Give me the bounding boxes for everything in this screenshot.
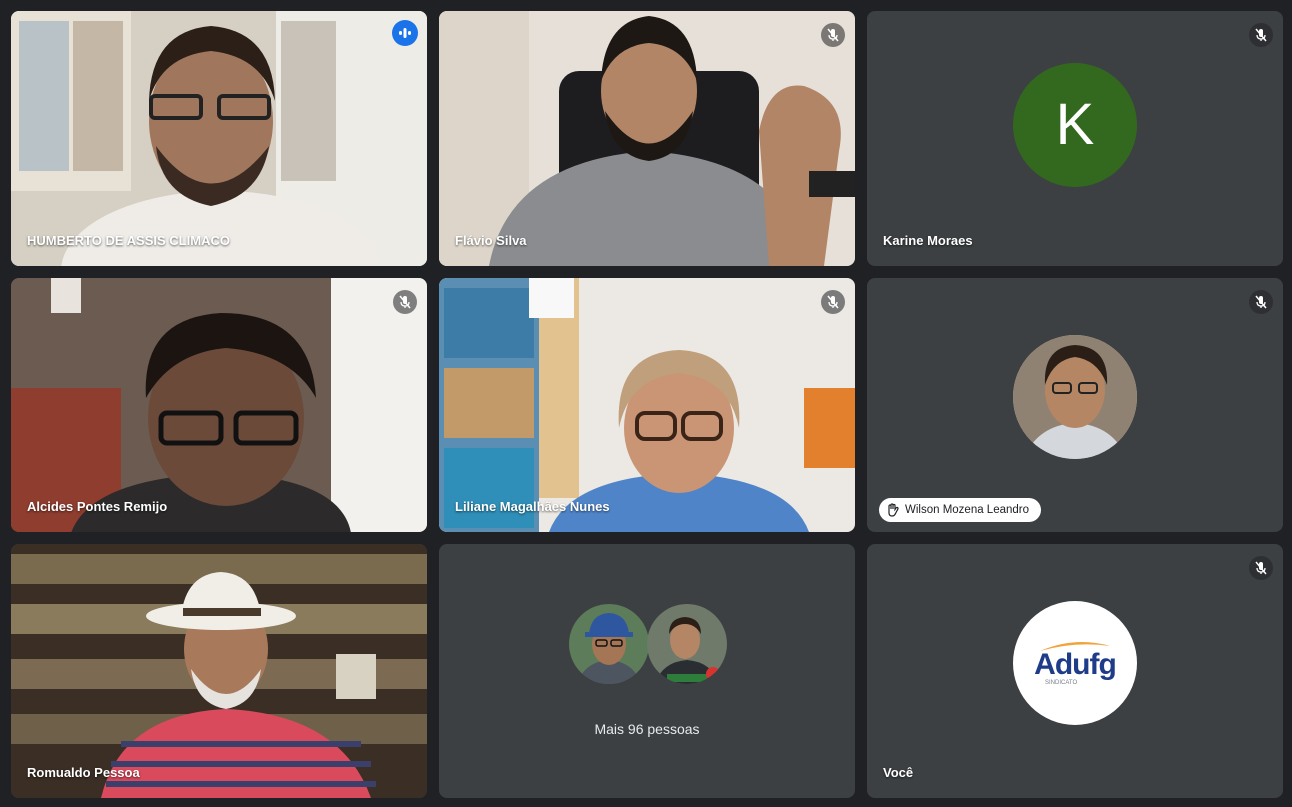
logo-text: Adufg — [1034, 648, 1117, 681]
participant-name: Karine Moraes — [883, 233, 973, 248]
video-feed — [11, 544, 427, 798]
more-participants-label: Mais 96 pessoas — [594, 721, 700, 737]
participant-tile-liliane[interactable]: Liliane Magalhães Nunes — [439, 278, 855, 532]
participant-tile-wilson[interactable]: Wilson Mozena Leandro — [867, 278, 1283, 532]
participant-name: Flávio Silva — [455, 233, 527, 248]
video-feed — [439, 278, 855, 532]
raised-hand-icon — [888, 503, 899, 517]
mic-off-icon — [821, 23, 845, 47]
speaking-indicator-icon — [392, 20, 418, 46]
participant-name: Alcides Pontes Remijo — [27, 499, 168, 514]
participant-name: HUMBERTO DE ASSIS CLIMACO — [27, 233, 230, 248]
participant-name: Romualdo Pessoa — [27, 765, 140, 780]
video-feed — [11, 278, 427, 532]
logo-subtext: SINDICATO — [1045, 680, 1078, 686]
video-feed — [11, 11, 427, 266]
participant-name: Você — [883, 765, 914, 780]
self-logo: Adufg SINDICATO — [1013, 601, 1137, 725]
more-participants-tile[interactable]: Mais 96 pessoas — [439, 544, 855, 798]
mic-off-icon — [1249, 556, 1273, 580]
mic-off-icon — [821, 290, 845, 314]
mic-off-icon — [1249, 290, 1273, 314]
participant-tile-self[interactable]: Adufg SINDICATO Você — [867, 544, 1283, 798]
participant-tile-alcides[interactable]: Alcides Pontes Remijo — [11, 278, 427, 532]
participant-tile-flavio[interactable]: Flávio Silva — [439, 11, 855, 266]
raised-hand-badge: Wilson Mozena Leandro — [879, 498, 1042, 522]
participant-name: Wilson Mozena Leandro — [905, 504, 1030, 516]
video-feed — [439, 11, 855, 266]
avatar-initial: K — [1055, 92, 1095, 157]
mic-off-icon — [1249, 23, 1273, 47]
participant-tile-humberto[interactable]: HUMBERTO DE ASSIS CLIMACO — [11, 11, 427, 266]
avatar: K — [1013, 62, 1137, 187]
avatar — [1013, 335, 1137, 459]
participant-tile-romualdo[interactable]: Romualdo Pessoa — [11, 544, 427, 798]
participant-tile-karine[interactable]: K Karine Moraes — [867, 11, 1283, 266]
participant-thumbnail — [569, 604, 649, 684]
mic-off-icon — [393, 290, 417, 314]
participant-name: Liliane Magalhães Nunes — [455, 499, 610, 514]
participant-thumbnail — [647, 604, 727, 684]
